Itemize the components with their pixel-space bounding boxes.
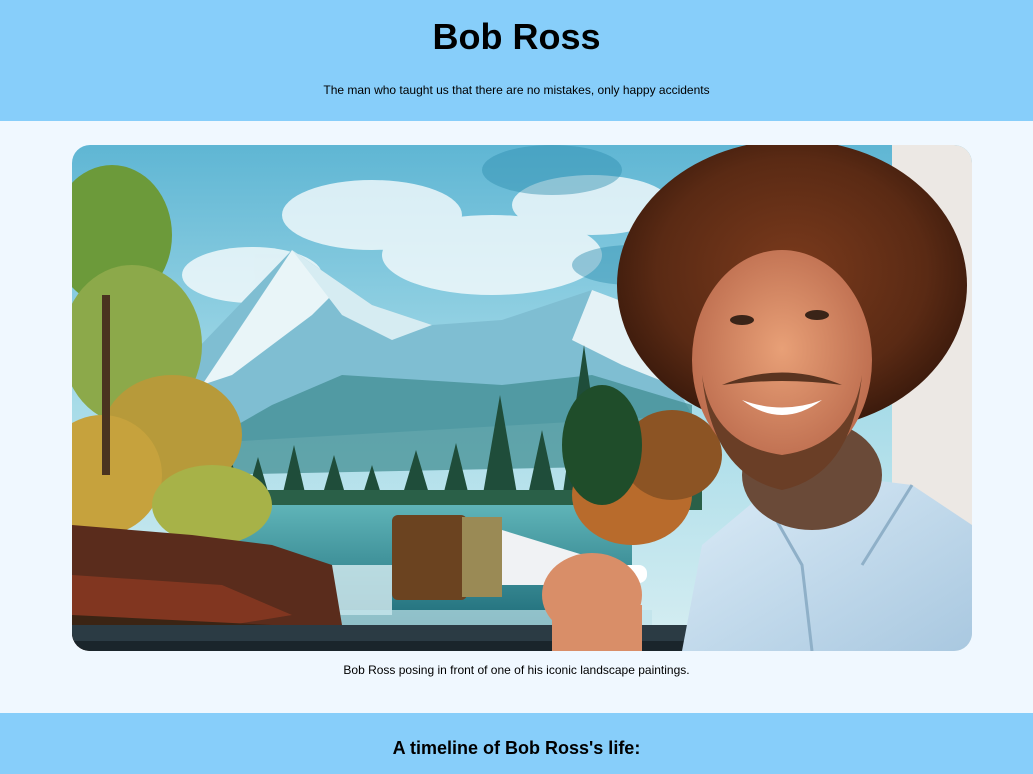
timeline-section: A timeline of Bob Ross's life:: [0, 713, 1033, 774]
page-title: Bob Ross: [432, 16, 601, 57]
timeline-heading: A timeline of Bob Ross's life:: [392, 738, 641, 758]
page-header: Bob Ross The man who taught us that ther…: [0, 0, 1033, 121]
page-tagline: The man who taught us that there are no …: [323, 83, 710, 97]
hero-image: [72, 145, 972, 651]
image-caption: Bob Ross posing in front of one of his i…: [343, 663, 690, 677]
